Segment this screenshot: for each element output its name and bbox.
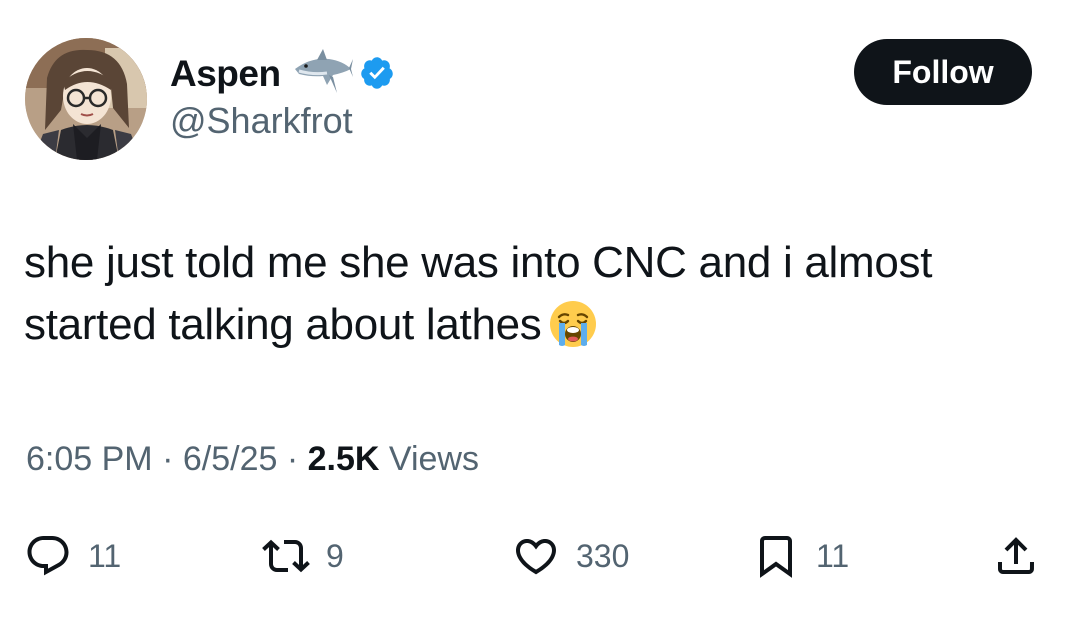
bookmark-count: 11 bbox=[816, 537, 850, 574]
loudly-crying-face-icon bbox=[548, 299, 598, 349]
author-handle[interactable]: @Sharkfrot bbox=[170, 103, 353, 139]
repost-button[interactable]: 9 bbox=[262, 530, 344, 582]
follow-button[interactable]: Follow bbox=[854, 39, 1032, 105]
repost-count: 9 bbox=[326, 537, 344, 574]
avatar-image bbox=[25, 38, 147, 160]
meta-separator: · bbox=[286, 440, 299, 478]
views-label: Views bbox=[388, 440, 479, 478]
meta-separator: · bbox=[162, 440, 174, 478]
like-button[interactable]: 330 bbox=[512, 530, 629, 582]
repost-icon bbox=[262, 532, 310, 580]
bookmark-icon bbox=[752, 532, 800, 580]
like-count: 330 bbox=[576, 537, 630, 574]
shark-icon bbox=[293, 47, 353, 99]
tweet-text: she just told me she was into CNC and i … bbox=[24, 232, 1054, 356]
reply-button[interactable]: 11 bbox=[24, 530, 121, 582]
tweet-body: she just told me she was into CNC and i … bbox=[24, 238, 933, 349]
reply-icon bbox=[24, 532, 72, 580]
author-name-row: Aspen bbox=[170, 46, 395, 100]
bookmark-button[interactable]: 11 bbox=[752, 530, 849, 582]
share-icon bbox=[992, 532, 1040, 580]
tweet-meta: 6:05 PM · 6/5/25 · 2.5K Views bbox=[26, 437, 479, 481]
views-count: 2.5K bbox=[307, 440, 380, 478]
avatar[interactable] bbox=[25, 38, 147, 160]
heart-icon bbox=[512, 532, 560, 580]
reply-count: 11 bbox=[88, 537, 122, 574]
share-button[interactable] bbox=[992, 530, 1040, 582]
verified-badge-icon bbox=[359, 55, 395, 91]
tweet-time[interactable]: 6:05 PM bbox=[26, 440, 153, 478]
display-name[interactable]: Aspen bbox=[170, 55, 281, 92]
tweet-date[interactable]: 6/5/25 bbox=[183, 440, 278, 478]
